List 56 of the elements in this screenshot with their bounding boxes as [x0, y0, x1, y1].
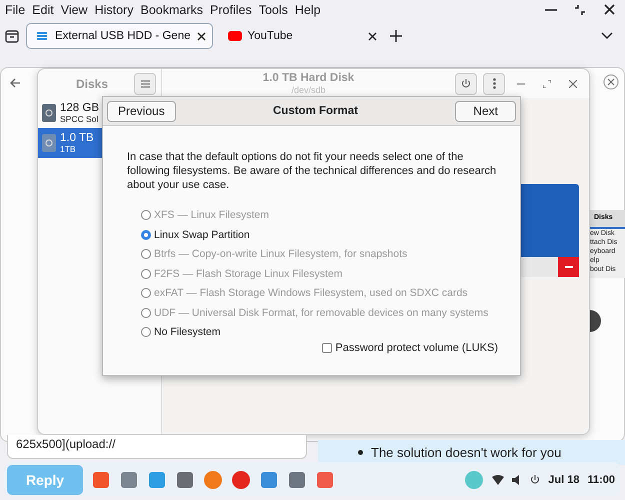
drive-name: 1.0 TB — [60, 132, 94, 145]
close-icon[interactable] — [604, 4, 615, 15]
close-icon[interactable] — [368, 32, 376, 40]
minimize-icon[interactable] — [545, 9, 557, 11]
power-icon[interactable] — [530, 474, 540, 484]
filesystem-option[interactable]: Linux Swap Partition — [141, 228, 498, 242]
menu-button[interactable] — [134, 72, 156, 94]
menu-item[interactable]: Tools — [258, 3, 294, 17]
radio-button[interactable] — [141, 327, 151, 337]
date-text: Jul 18 — [548, 474, 580, 486]
menu-item[interactable]: Bookmarks — [139, 3, 210, 17]
wifi-icon[interactable] — [492, 474, 504, 484]
minus-icon — [564, 266, 572, 268]
bullet-icon — [358, 450, 363, 455]
delete-button[interactable] — [558, 257, 579, 277]
composer-field[interactable]: 625x500](upload:// — [7, 435, 307, 459]
drive-detail: 1TB — [60, 144, 77, 154]
dialog-title: Custom Format — [273, 105, 358, 117]
new-tab-icon[interactable] — [390, 30, 402, 42]
filesystem-option[interactable]: No Filesystem — [141, 325, 498, 339]
drive-detail: SPCC Sol — [60, 114, 99, 124]
next-button[interactable]: Next — [455, 100, 516, 122]
menu-item[interactable]: Help — [294, 3, 327, 17]
tab-tray-icon[interactable] — [4, 28, 20, 44]
minimize-icon[interactable] — [517, 82, 525, 84]
radio-button[interactable] — [141, 230, 151, 240]
drive-icon — [42, 134, 56, 152]
drive-name: 128 GB — [60, 102, 99, 115]
menu-icon — [140, 80, 150, 88]
power-icon — [461, 78, 471, 88]
menu-item[interactable]: Profiles — [209, 3, 258, 17]
password-option[interactable]: Password protect volume (LUKS) — [322, 342, 498, 354]
restore-icon[interactable] — [574, 4, 586, 16]
window-title: 1.0 TB Hard Disk — [262, 72, 354, 85]
browser-tab[interactable]: External USB HDD - Gene — [26, 23, 212, 49]
sidebar-title: Disks — [76, 76, 108, 90]
menu-item[interactable]: Edit — [31, 3, 60, 17]
menu-item[interactable]: File — [4, 3, 32, 17]
more-button[interactable] — [483, 72, 505, 94]
time-text: 11:00 — [587, 474, 615, 486]
site-icon — [35, 30, 49, 42]
menu-item[interactable]: View — [60, 3, 94, 17]
browser-tab[interactable]: YouTube — [218, 23, 384, 49]
checkbox[interactable] — [322, 343, 332, 353]
menu-item[interactable]: History — [94, 3, 140, 17]
power-button[interactable] — [455, 72, 477, 94]
close-icon[interactable] — [196, 32, 206, 40]
maximize-icon[interactable] — [543, 80, 551, 88]
more-icon — [492, 78, 496, 89]
window-subtitle: /dev/sdb — [291, 84, 326, 96]
post-text: The solution doesn't work for you — [371, 445, 562, 460]
drive-icon — [42, 104, 56, 122]
previous-button[interactable]: Previous — [107, 100, 176, 122]
site-icon — [228, 30, 242, 42]
back-icon[interactable] — [10, 78, 21, 88]
chevron-down-icon[interactable] — [601, 32, 613, 40]
